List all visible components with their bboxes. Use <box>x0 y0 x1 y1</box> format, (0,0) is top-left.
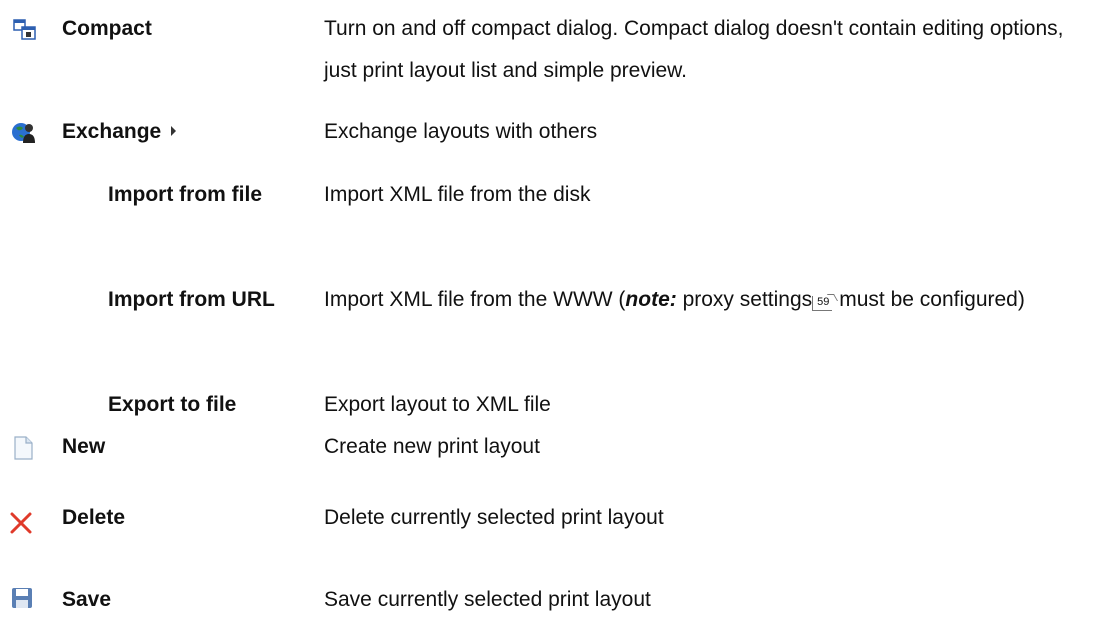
row-description: Import XML file from the disk <box>324 183 591 206</box>
row-label[interactable]: Exchange <box>62 111 177 153</box>
globe-user-icon <box>10 119 36 145</box>
compact-window-icon <box>12 17 38 43</box>
command-row-import-from-url: Import from URL Import XML file from the… <box>0 279 1109 363</box>
command-row-save: Save Save currently selected print layou… <box>0 571 1109 613</box>
row-description: Save currently selected print layout <box>324 588 651 611</box>
row-description: Turn on and off compact dialog. Compact … <box>324 17 1064 82</box>
row-description: Export layout to XML file <box>324 393 551 416</box>
row-description: Delete currently selected print layout <box>324 506 664 529</box>
command-row-import-from-file: Import from file Import XML file from th… <box>0 174 1109 258</box>
row-label-text: Exchange <box>62 120 162 143</box>
command-row-exchange: Exchange Exchange layouts with others <box>0 111 1109 153</box>
row-label: Delete <box>62 506 126 529</box>
command-row-delete: Delete Delete currently selected print l… <box>0 506 1109 561</box>
desc-text: Import XML file from the WWW ( <box>324 288 626 311</box>
row-description: Create new print layout <box>324 435 540 458</box>
command-row-export-to-file: Export to file Export layout to XML file <box>0 384 1109 426</box>
submenu-arrow-icon <box>171 126 177 136</box>
save-disk-icon <box>9 585 35 611</box>
row-description: Exchange layouts with others <box>324 120 598 143</box>
command-row-new: New Create new print layout <box>0 426 1109 468</box>
row-label: Import from URL <box>108 288 275 311</box>
row-description: Import XML file from the WWW (note: prox… <box>324 279 1094 321</box>
desc-text: proxy settings <box>676 288 813 311</box>
desc-text: must be configured) <box>833 288 1025 311</box>
new-document-icon <box>10 435 36 461</box>
note-label: note: <box>625 288 677 311</box>
command-row-compact: Compact Turn on and off compact dialog. … <box>0 8 1109 92</box>
row-label: Import from file <box>108 183 263 206</box>
page-reference-link[interactable]: 59 <box>812 296 833 311</box>
delete-x-icon <box>8 510 34 536</box>
row-label: New <box>62 435 106 458</box>
row-label: Compact <box>62 17 152 40</box>
row-label: Save <box>62 588 112 611</box>
row-label: Export to file <box>108 393 237 416</box>
